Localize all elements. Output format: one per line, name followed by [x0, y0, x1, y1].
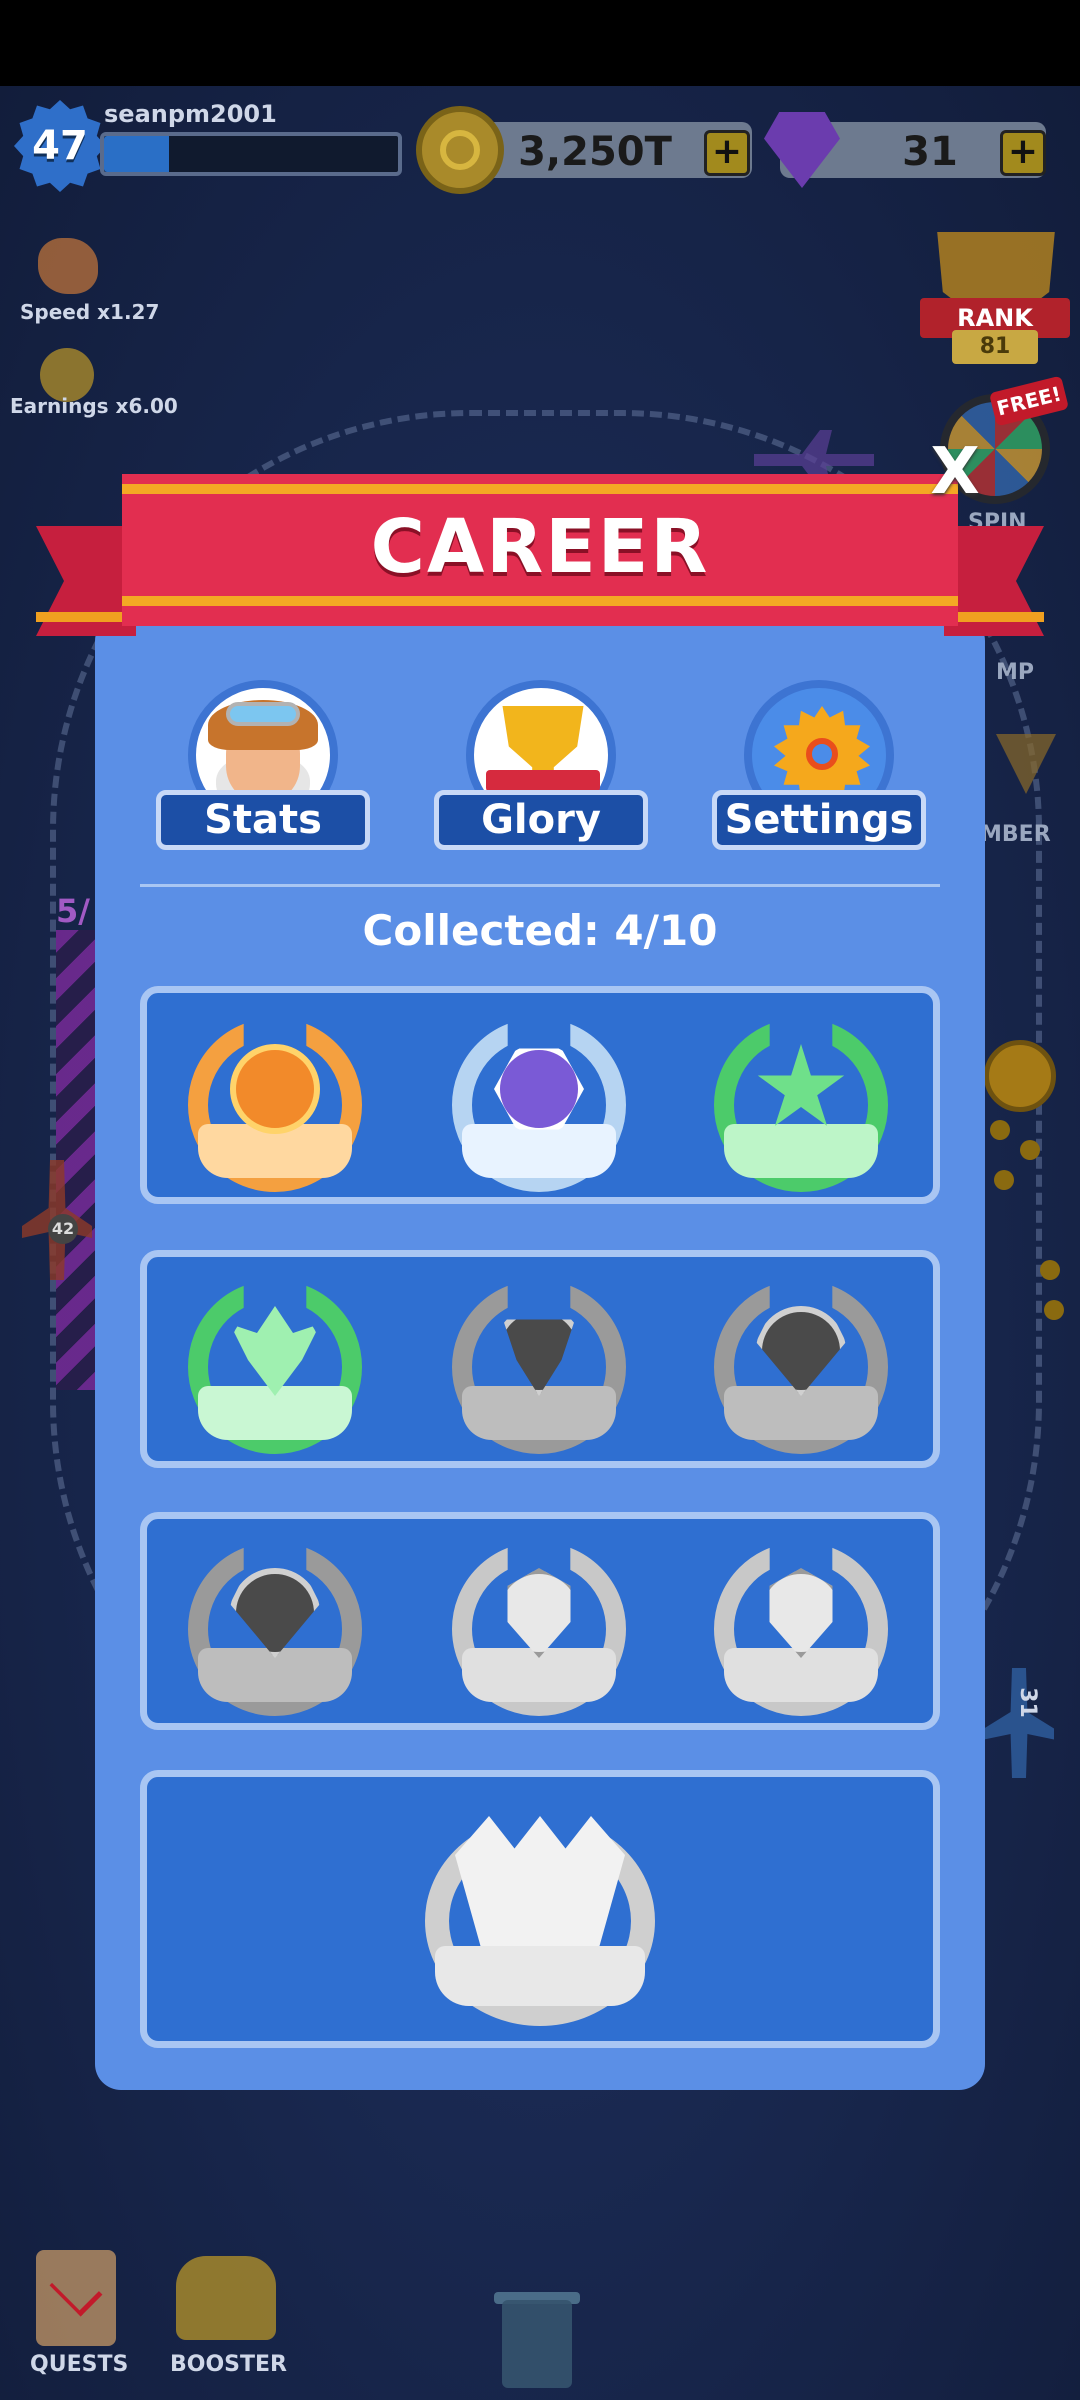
- username: seanpm2001: [104, 100, 277, 128]
- locked-badge-icon[interactable]: [706, 1528, 896, 1718]
- lap-counter: 5/: [56, 892, 90, 930]
- gem-amount: 31: [902, 129, 958, 175]
- add-gems-button[interactable]: +: [1000, 130, 1046, 176]
- page-title: CAREER: [370, 504, 710, 590]
- badge-banner: [435, 1946, 645, 2006]
- coin-icon: [994, 1170, 1014, 1190]
- coin-bonus-icon[interactable]: [984, 1040, 1056, 1112]
- badge-banner: [724, 1124, 878, 1178]
- star-badge-icon[interactable]: [706, 1004, 896, 1194]
- coin-icon: [416, 106, 504, 194]
- xp-bar-fill: [104, 136, 169, 172]
- side-button-label: MP: [996, 660, 1035, 685]
- close-button[interactable]: X: [930, 440, 980, 504]
- add-coins-button[interactable]: +: [704, 130, 750, 176]
- wing-emblem-icon: [230, 1044, 320, 1134]
- tab-stats[interactable]: Stats: [156, 790, 370, 850]
- member-label: MBER: [980, 822, 1051, 847]
- coin-amount: 3,250T: [518, 129, 672, 175]
- locked-badge-icon[interactable]: [180, 1528, 370, 1718]
- status-bar: [0, 0, 1080, 86]
- coin-icon: [990, 1120, 1010, 1140]
- locked-badge-icon[interactable]: [706, 1266, 896, 1456]
- goggles-icon: [226, 702, 300, 726]
- coin-icon: [1040, 1260, 1060, 1280]
- silver-hex-badge-icon[interactable]: [444, 1004, 634, 1194]
- level-number: 47: [32, 123, 88, 169]
- rocket-icon[interactable]: [38, 238, 98, 294]
- tab-settings[interactable]: Settings: [712, 790, 926, 850]
- rank-value: 81: [952, 330, 1038, 364]
- booster-label[interactable]: BOOSTER: [170, 2352, 287, 2377]
- trash-icon[interactable]: [502, 2300, 572, 2388]
- banner-stripe: [944, 612, 1044, 622]
- bronze-badge-icon[interactable]: [180, 1004, 370, 1194]
- crown-badge-icon[interactable]: [415, 1796, 665, 2026]
- plane-level: 31: [1014, 1687, 1040, 1718]
- locked-badge-icon[interactable]: [444, 1266, 634, 1456]
- coin-icon: [1044, 1300, 1064, 1320]
- tab-glory[interactable]: Glory: [434, 790, 648, 850]
- collected-count: Collected: 4/10: [362, 906, 718, 955]
- gear-center: [806, 738, 838, 770]
- earnings-buff-label: Earnings x6.00: [10, 394, 178, 418]
- speed-buff-label: Speed x1.27: [20, 300, 160, 324]
- badge-banner: [462, 1124, 616, 1178]
- plane-level: 42: [48, 1214, 78, 1244]
- divider: [140, 884, 940, 887]
- quests-label[interactable]: QUESTS: [30, 2352, 128, 2377]
- banner-stripe: [36, 612, 136, 622]
- chevron-badge-icon[interactable]: [180, 1266, 370, 1456]
- coin-icon: [1020, 1140, 1040, 1160]
- booster-icon[interactable]: [176, 2256, 276, 2340]
- crown-emblem-icon: [455, 1816, 625, 1946]
- trophy-ribbon: [486, 770, 600, 792]
- locked-badge-icon[interactable]: [444, 1528, 634, 1718]
